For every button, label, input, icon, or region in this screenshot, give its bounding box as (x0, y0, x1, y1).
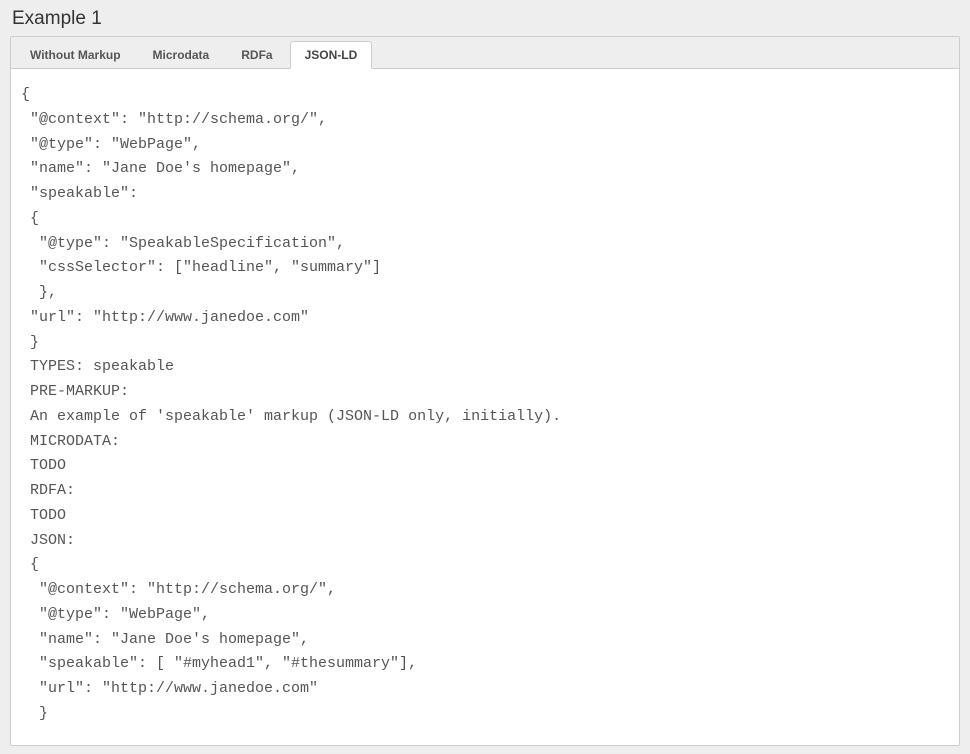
example-heading: Example 1 (10, 8, 960, 30)
code-block: { "@context": "http://schema.org/", "@ty… (11, 69, 959, 745)
tab-bar: Without Markup Microdata RDFa JSON-LD (11, 37, 959, 69)
tab-microdata[interactable]: Microdata (138, 41, 225, 68)
tab-container: Without Markup Microdata RDFa JSON-LD { … (10, 36, 960, 746)
tab-rdfa[interactable]: RDFa (226, 41, 287, 68)
tab-json-ld[interactable]: JSON-LD (290, 41, 373, 69)
tab-without-markup[interactable]: Without Markup (15, 41, 136, 68)
